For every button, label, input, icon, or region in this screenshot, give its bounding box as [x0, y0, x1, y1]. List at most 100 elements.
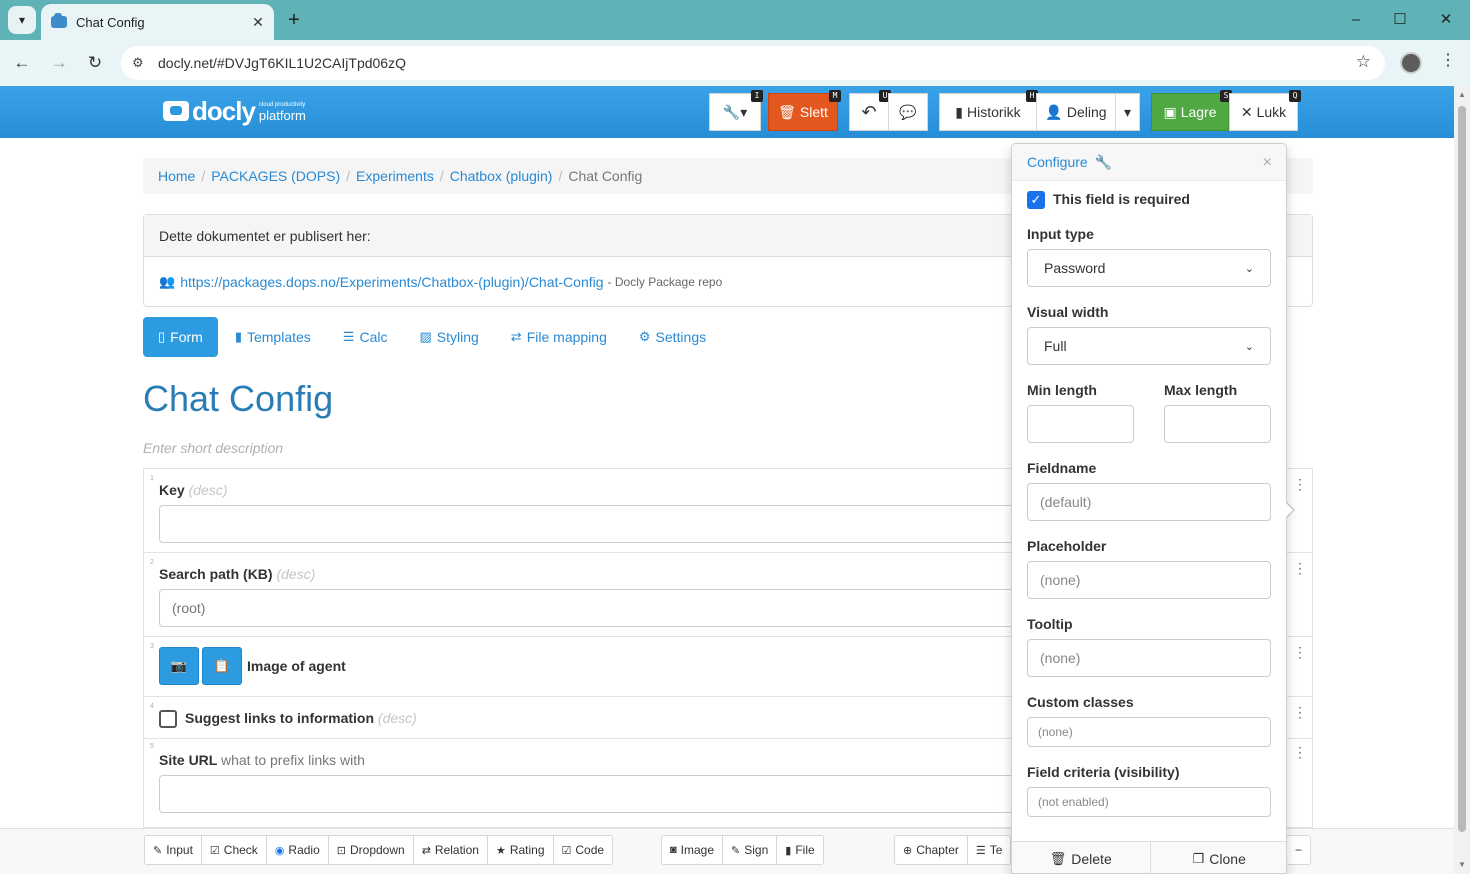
camera-button[interactable]: 📷: [159, 647, 199, 685]
add-relation-button[interactable]: ⇄ Relation: [414, 836, 488, 864]
share-button[interactable]: 👤 Deling: [1036, 93, 1116, 131]
site-info-icon[interactable]: ⚙: [132, 55, 150, 71]
add-image-button[interactable]: ◙ Image: [662, 836, 724, 864]
field-menu-icon[interactable]: ⋮: [1293, 560, 1307, 577]
fieldname-input[interactable]: (default): [1027, 483, 1271, 521]
required-checkbox[interactable]: ✓: [1027, 191, 1045, 209]
field-menu-icon[interactable]: ⋮: [1293, 704, 1307, 721]
tooltip-input[interactable]: (none): [1027, 639, 1271, 677]
breadcrumb-current: Chat Config: [568, 168, 643, 184]
collapse-button[interactable]: −: [1287, 836, 1310, 864]
document-description[interactable]: Enter short description: [143, 440, 283, 456]
tab-close-icon[interactable]: ✕: [248, 14, 268, 31]
clone-field-button[interactable]: ❐ Clone: [1150, 842, 1286, 873]
field-label: Search path (KB): [159, 566, 273, 582]
delete-field-button[interactable]: 🗑 Delete: [1012, 842, 1151, 873]
add-file-button[interactable]: ▮ File: [777, 836, 822, 864]
browser-tab[interactable]: Chat Config ✕: [41, 4, 274, 40]
collapse-group: −: [1286, 835, 1312, 865]
input-type-label: Input type: [1027, 226, 1094, 242]
tab-styling[interactable]: ▨ Styling: [404, 317, 493, 357]
document-title[interactable]: Chat Config: [143, 378, 333, 420]
reload-icon[interactable]: ↻: [83, 51, 107, 75]
breadcrumb-packages[interactable]: PACKAGES (DOPS): [211, 168, 340, 184]
tab-file-mapping[interactable]: ⇄ File mapping: [496, 317, 622, 357]
save-button[interactable]: ▣ Lagre: [1151, 93, 1229, 131]
configure-popover: Configure 🔧 × ✓ This field is required I…: [1011, 143, 1287, 874]
field-label: Key: [159, 482, 185, 498]
maximize-button[interactable]: ☐: [1388, 8, 1412, 32]
browser-tab-bar: ▾ Chat Config ✕ + – ☐ ✕: [0, 0, 1470, 40]
breadcrumb-chatbox[interactable]: Chatbox (plugin): [450, 168, 553, 184]
bookmark-star-icon[interactable]: ☆: [1356, 52, 1371, 72]
tab-search-button[interactable]: ▾: [8, 6, 36, 34]
tab-templates[interactable]: ▮ Templates: [220, 317, 326, 357]
add-text-button[interactable]: ☰ Te: [968, 836, 1011, 864]
scroll-up-icon[interactable]: ▲: [1458, 90, 1466, 99]
add-chapter-button[interactable]: ⊕ Chapter: [895, 836, 968, 864]
browser-menu-icon[interactable]: ⋮: [1440, 50, 1456, 70]
clipboard-icon: 📋: [213, 658, 231, 673]
undo-icon: ↶: [861, 101, 877, 122]
new-tab-button[interactable]: +: [284, 8, 304, 32]
custom-classes-input[interactable]: (none): [1027, 717, 1271, 747]
visual-width-label: Visual width: [1027, 304, 1109, 320]
add-radio-button[interactable]: ◉ Radio: [267, 836, 329, 864]
back-icon[interactable]: ←: [10, 51, 34, 75]
suggest-links-checkbox[interactable]: [159, 710, 177, 728]
tab-form[interactable]: ▯ Form: [143, 317, 218, 357]
custom-classes-label: Custom classes: [1027, 694, 1134, 710]
placeholder-input[interactable]: (none): [1027, 561, 1271, 599]
delete-button[interactable]: 🗑 Slett: [768, 93, 838, 131]
add-dropdown-button[interactable]: ⊡ Dropdown: [329, 836, 414, 864]
docly-logo[interactable]: docly cloud productivity platform: [163, 98, 306, 124]
book-icon: ▮: [234, 329, 242, 344]
tab-settings[interactable]: ⚙ Settings: [624, 317, 721, 357]
forward-icon[interactable]: →: [47, 51, 71, 75]
field-menu-icon[interactable]: ⋮: [1293, 644, 1307, 661]
field-type-group: ✎ Input ☑ Check ◉ Radio ⊡ Dropdown ⇄ Relation…: [144, 835, 614, 865]
min-length-input[interactable]: [1027, 405, 1134, 443]
field-menu-icon[interactable]: ⋮: [1293, 476, 1307, 493]
add-rating-button[interactable]: ★ Rating: [488, 836, 554, 864]
visual-width-select[interactable]: Full ⌄: [1027, 327, 1271, 365]
scroll-thumb[interactable]: [1458, 106, 1466, 832]
profile-avatar[interactable]: [1400, 52, 1422, 74]
close-document-button[interactable]: ✕ Lukk: [1229, 93, 1298, 131]
logo-subtitle: cloud productivity platform: [258, 101, 306, 123]
list-icon: ☰: [975, 844, 986, 857]
comment-button[interactable]: 💬: [888, 93, 928, 131]
field-menu-icon[interactable]: ⋮: [1293, 744, 1307, 761]
search-path-input[interactable]: (root): [159, 589, 1059, 627]
url-field[interactable]: ⚙ docly.net/#DVJgT6KIL1U2CAIjTpd06zQ ☆: [121, 46, 1385, 80]
max-length-input[interactable]: [1164, 405, 1271, 443]
input-type-select[interactable]: Password ⌄: [1027, 249, 1271, 287]
dropdown-icon: ⊡: [336, 844, 346, 857]
breadcrumb-home[interactable]: Home: [158, 168, 195, 184]
scroll-down-icon[interactable]: ▼: [1458, 860, 1466, 869]
add-sign-button[interactable]: ✎ Sign: [723, 836, 778, 864]
site-url-input[interactable]: [159, 775, 1059, 813]
paste-image-button[interactable]: 📋: [202, 647, 242, 685]
placeholder-label: Placeholder: [1027, 538, 1107, 554]
field-criteria-input[interactable]: (not enabled): [1027, 787, 1271, 817]
app-header: docly cloud productivity platform 🔧▾ I 🗑…: [0, 86, 1454, 138]
add-input-button[interactable]: ✎ Input: [145, 836, 202, 864]
close-shortcut-badge: Q: [1289, 90, 1301, 102]
window-close-button[interactable]: ✕: [1434, 8, 1458, 32]
minimize-button[interactable]: –: [1344, 8, 1368, 32]
breadcrumb-experiments[interactable]: Experiments: [356, 168, 434, 184]
share-dropdown-button[interactable]: ▾: [1115, 93, 1140, 131]
configure-close-icon[interactable]: ×: [1263, 154, 1272, 172]
page-scrollbar[interactable]: ▲ ▼: [1454, 86, 1470, 874]
add-code-button[interactable]: ☑ Code: [554, 836, 613, 864]
tab-calc[interactable]: ☰ Calc: [328, 317, 403, 357]
add-check-button[interactable]: ☑ Check: [202, 836, 267, 864]
key-input[interactable]: [159, 505, 1059, 543]
published-link[interactable]: https://packages.dops.no/Experiments/Cha…: [180, 274, 603, 290]
max-length-label: Max length: [1164, 382, 1238, 398]
configure-title: Configure: [1027, 154, 1088, 170]
users-lock-icon: 👥: [159, 274, 176, 289]
minus-icon: −: [1295, 843, 1303, 857]
history-button[interactable]: ▮ Historikk: [939, 93, 1037, 131]
